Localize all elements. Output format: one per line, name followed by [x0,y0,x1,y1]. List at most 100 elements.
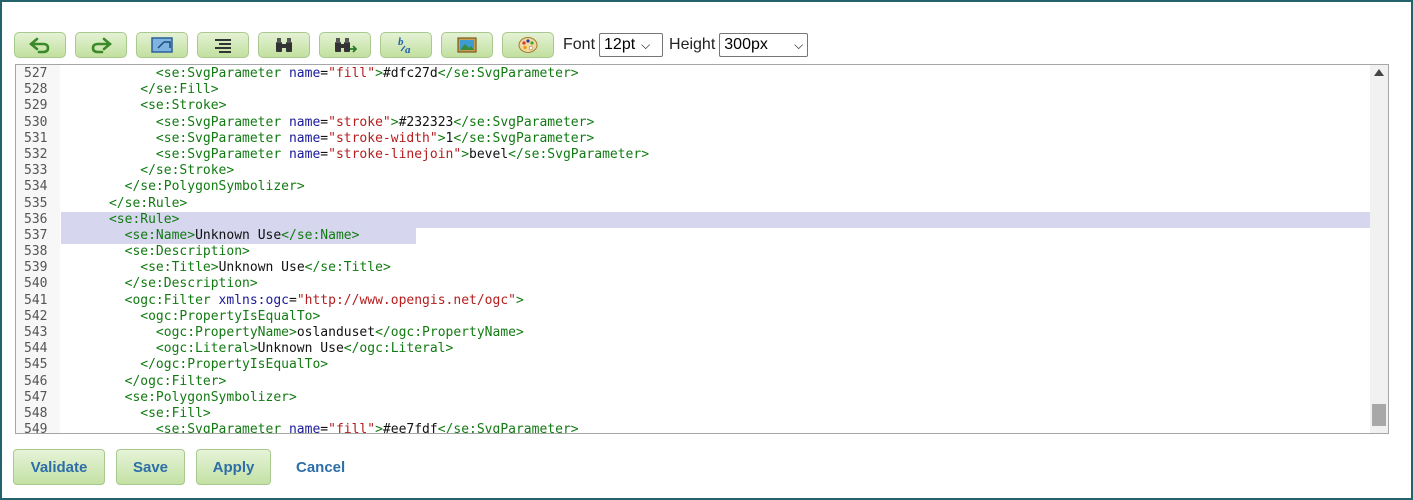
code-line[interactable]: 534 </se:PolygonSymbolizer> [16,179,1370,195]
code-line[interactable]: 532 <se:SvgParameter name="stroke-linejo… [16,147,1370,163]
chevron-down-icon: ⌵ [794,37,804,52]
format-align-icon [215,39,231,53]
line-number: 530 [24,114,48,130]
code-line[interactable]: 548 <se:Fill> [16,406,1370,422]
redo-icon [91,37,112,54]
code-line[interactable]: 541 <ogc:Filter xmlns:ogc="http://www.op… [16,293,1370,309]
picture-button[interactable] [441,32,493,58]
code-text: </se:PolygonSymbolizer> [124,179,305,195]
code-lines: 527 <se:SvgParameter name="fill">#dfc27d… [16,66,1370,434]
code-editor[interactable]: 527 <se:SvgParameter name="fill">#dfc27d… [15,64,1389,434]
font-label: Font [563,36,596,53]
line-number: 539 [24,260,48,276]
line-number: 540 [24,276,48,292]
font-size-select[interactable]: 12pt ⌵ [599,33,664,57]
scrollbar-thumb[interactable] [1372,404,1386,426]
line-number: 536 [24,211,48,227]
code-line[interactable]: 545 </ogc:PropertyIsEqualTo> [16,357,1370,373]
code-line[interactable]: 540 </se:Description> [16,276,1370,292]
code-text: </se:Rule> [108,195,188,211]
save-button[interactable]: Save [116,449,185,485]
line-number: 531 [24,130,48,146]
code-line[interactable]: 527 <se:SvgParameter name="fill">#dfc27d… [16,66,1370,82]
code-line[interactable]: 535 </se:Rule> [16,196,1370,212]
code-line[interactable]: 549 <se:SvgParameter name="fill">#ee7fdf… [16,422,1370,434]
scroll-up-arrow-icon[interactable] [1374,69,1384,76]
editor-toolbar: b a Font 12pt ⌵ Height 300px ⌵ [14,31,814,59]
code-line[interactable]: 542 <ogc:PropertyIsEqualTo> [16,309,1370,325]
code-text: <ogc:Filter xmlns:ogc="http://www.opengi… [124,292,524,308]
chevron-down-icon: ⌵ [641,37,651,52]
style-editor-panel: b a Font 12pt ⌵ Height 300px ⌵ 527 <se:S… [0,0,1413,500]
code-line[interactable]: 533 </se:Stroke> [16,163,1370,179]
action-bar: Validate Save Apply Cancel [13,448,345,486]
code-line[interactable]: 528 </se:Fill> [16,82,1370,98]
line-number: 533 [24,163,48,179]
code-text: <se:SvgParameter name="stroke-width">1</… [155,130,595,146]
code-text: <se:SvgParameter name="fill">#ee7fdf</se… [155,422,579,434]
code-text: <se:SvgParameter name="fill">#dfc27d</se… [155,66,579,81]
code-text: <se:Rule> [108,211,180,227]
code-text: </se:Stroke> [140,163,235,179]
search-icon [276,38,292,52]
undo-icon [29,37,50,54]
validate-button[interactable]: Validate [13,449,105,485]
code-text: <se:SvgParameter name="stroke">#232323</… [155,114,595,130]
code-line[interactable]: 539 <se:Title>Unknown Use</se:Title> [16,260,1370,276]
line-number: 532 [24,146,48,162]
code-text: <se:PolygonSymbolizer> [124,389,297,405]
code-line[interactable]: 538 <se:Description> [16,244,1370,260]
code-line[interactable]: 530 <se:SvgParameter name="stroke">#2323… [16,115,1370,131]
svg-text:a: a [405,44,411,55]
line-number: 544 [24,341,48,357]
palette-icon [518,37,538,53]
line-number: 534 [24,179,48,195]
fullscreen-button[interactable] [136,32,188,58]
code-text: </ogc:Filter> [124,373,227,389]
cancel-button[interactable]: Cancel [296,459,345,476]
code-line[interactable]: 547 <se:PolygonSymbolizer> [16,390,1370,406]
code-text: <se:Stroke> [140,98,227,114]
height-value: 300px [724,36,768,53]
redo-button[interactable] [75,32,127,58]
font-size-button[interactable]: b a [380,32,432,58]
height-label: Height [669,36,716,53]
apply-button[interactable]: Apply [196,449,271,485]
line-number: 527 [24,66,48,81]
line-number: 541 [24,292,48,308]
line-number: 549 [24,422,48,434]
font-size-value: 12pt [604,36,636,53]
code-line[interactable]: 544 <ogc:Literal>Unknown Use</ogc:Litera… [16,341,1370,357]
undo-button[interactable] [14,32,66,58]
code-text: <se:Description> [124,244,250,260]
format-button[interactable] [197,32,249,58]
code-text: <ogc:PropertyIsEqualTo> [140,308,321,324]
code-line[interactable]: 537 <se:Name>Unknown Use</se:Name> [16,227,1370,245]
code-text: <se:Fill> [140,405,211,421]
line-number: 545 [24,357,48,373]
code-line[interactable]: 543 <ogc:PropertyName>oslanduset</ogc:Pr… [16,325,1370,341]
svg-text:b: b [398,36,404,48]
code-line[interactable]: 529 <se:Stroke> [16,98,1370,114]
search-replace-button[interactable] [319,32,371,58]
code-text: </se:Fill> [140,82,219,98]
code-line[interactable]: 531 <se:SvgParameter name="stroke-width"… [16,131,1370,147]
line-number: 548 [24,405,48,421]
code-text: <se:SvgParameter name="stroke-linejoin">… [155,146,650,162]
code-text: <se:Name>Unknown Use</se:Name> [124,227,360,243]
code-line[interactable]: 546 </ogc:Filter> [16,374,1370,390]
code-text: <se:Title>Unknown Use</se:Title> [140,260,391,276]
vertical-scrollbar[interactable] [1370,65,1388,433]
height-select[interactable]: 300px ⌵ [719,33,809,57]
code-text: </ogc:PropertyIsEqualTo> [140,357,329,373]
palette-button[interactable] [502,32,554,58]
line-number: 538 [24,244,48,260]
font-size-icon: b a [398,36,411,55]
line-number: 537 [24,227,48,243]
code-line[interactable]: 536 <se:Rule> [16,211,1370,229]
search-button[interactable] [258,32,310,58]
picture-icon [457,37,477,53]
line-number: 528 [24,82,48,98]
fullscreen-icon [151,37,173,53]
code-text: <ogc:PropertyName>oslanduset</ogc:Proper… [155,325,524,340]
